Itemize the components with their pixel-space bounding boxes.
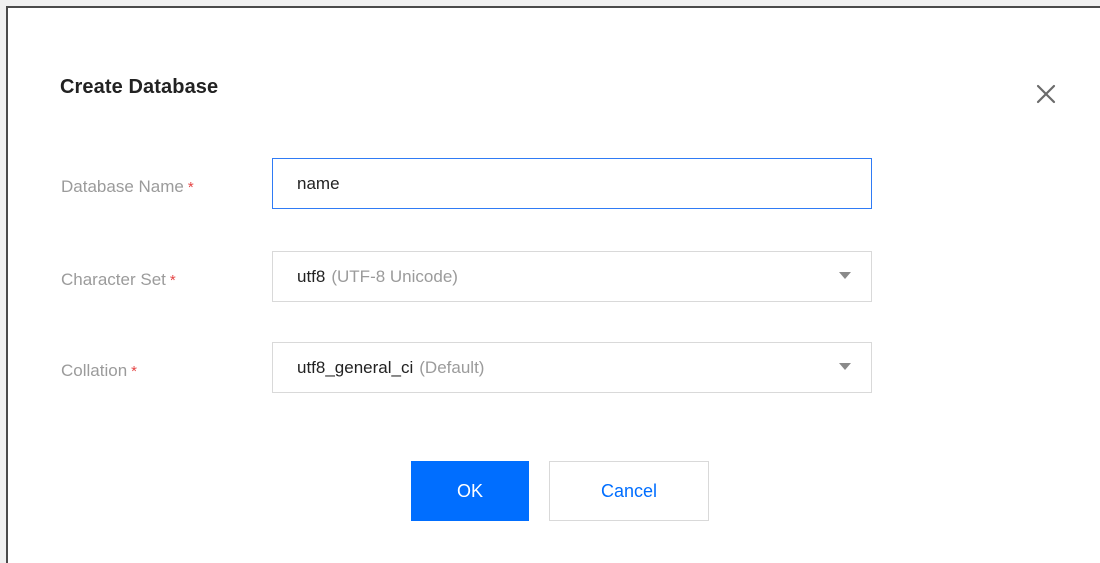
character-set-hint: (UTF-8 Unicode) bbox=[331, 267, 458, 286]
collation-label-text: Collation bbox=[61, 361, 128, 380]
collation-selected: utf8_general_ci bbox=[297, 358, 414, 377]
collation-hint: (Default) bbox=[419, 358, 485, 377]
dialog-title: Create Database bbox=[60, 76, 219, 98]
create-database-dialog: Create Database Database Name* Character… bbox=[6, 6, 1100, 563]
required-mark: * bbox=[187, 179, 194, 196]
close-icon bbox=[1036, 84, 1056, 104]
character-set-selected: utf8 bbox=[297, 267, 326, 286]
database-name-label: Database Name * bbox=[61, 177, 194, 197]
database-name-label-text: Database Name bbox=[61, 177, 184, 196]
collation-select[interactable]: utf8_general_ci (Default) bbox=[272, 342, 872, 393]
character-set-select[interactable]: utf8 (UTF-8 Unicode) bbox=[272, 251, 872, 302]
character-set-label: Character Set * bbox=[61, 270, 176, 290]
database-name-input[interactable] bbox=[273, 159, 871, 208]
character-set-label-text: Character Set bbox=[61, 270, 166, 289]
collation-value: utf8_general_ci (Default) bbox=[297, 343, 484, 392]
character-set-value: utf8 (UTF-8 Unicode) bbox=[297, 252, 458, 301]
ok-button[interactable]: OK bbox=[411, 461, 529, 521]
cancel-button[interactable]: Cancel bbox=[549, 461, 709, 521]
collation-label: Collation * bbox=[61, 361, 137, 381]
required-mark: * bbox=[131, 363, 137, 380]
database-name-field[interactable] bbox=[272, 158, 872, 209]
required-mark: * bbox=[169, 272, 176, 289]
chevron-down-icon bbox=[839, 363, 851, 370]
close-button[interactable] bbox=[1032, 80, 1060, 108]
chevron-down-icon bbox=[839, 272, 851, 279]
